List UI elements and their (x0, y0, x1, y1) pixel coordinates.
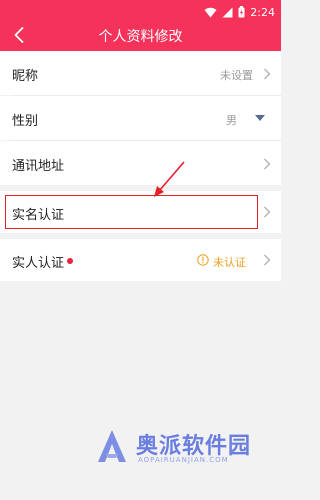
address-row[interactable]: 通讯地址 (0, 141, 281, 185)
person-verify-row[interactable]: 实人认证 未认证 (0, 239, 281, 281)
red-dot-badge (67, 258, 73, 264)
person-verify-status: 未认证 (213, 256, 246, 269)
watermark: 奥派软件园 AOPAIRUANJIAN.COM (96, 426, 276, 476)
nickname-row[interactable]: 昵称 未设置 (0, 51, 281, 95)
nickname-value: 未设置 (220, 69, 253, 82)
address-label: 通讯地址 (12, 159, 65, 174)
annotation-arrow-icon (154, 161, 185, 197)
watermark-url: AOPAIRUANJIAN.COM (138, 456, 229, 464)
status-time: 2:24 (250, 6, 275, 19)
watermark-logo-icon (98, 430, 126, 462)
nickname-label: 昵称 (12, 69, 39, 84)
chevron-right-icon (264, 206, 271, 218)
gender-row[interactable]: 性别 男 (0, 96, 281, 140)
chevron-right-icon (264, 68, 271, 80)
dropdown-triangle-icon[interactable] (255, 115, 265, 121)
gender-label: 性别 (12, 114, 39, 129)
chevron-right-icon (264, 158, 271, 170)
app-header: 个人资料修改 (0, 20, 281, 51)
status-bar: 2:24 (0, 0, 281, 20)
chevron-right-icon (264, 254, 271, 266)
highlight-box (5, 195, 258, 229)
gender-value: 男 (226, 114, 237, 127)
warning-icon (197, 254, 209, 266)
person-verify-label: 实人认证 (12, 256, 65, 271)
page-title: 个人资料修改 (98, 29, 183, 45)
